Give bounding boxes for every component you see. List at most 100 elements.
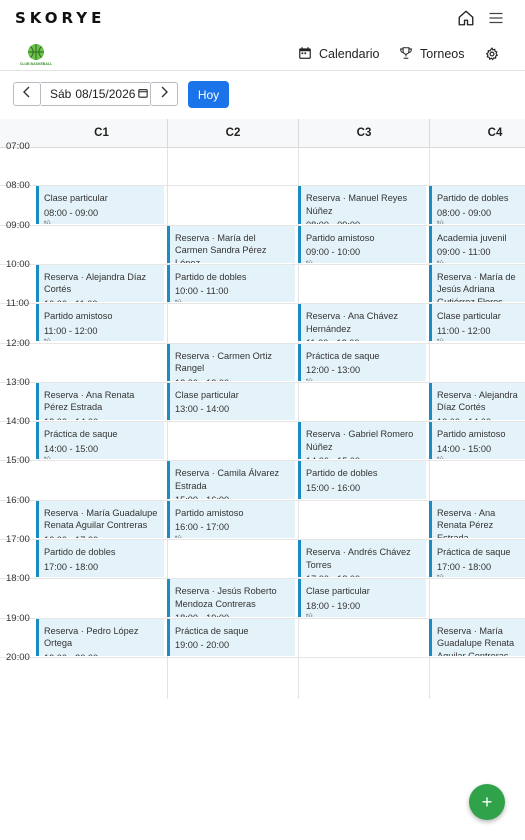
event-title: Reserva · María del Carmen Sandra Pérez … bbox=[175, 232, 267, 263]
nav-tournaments[interactable]: Torneos bbox=[399, 44, 464, 64]
top-bar: SKORYE bbox=[0, 0, 525, 38]
reservation-event[interactable]: Clase particular 08:00 - 09:00tù bbox=[36, 186, 164, 224]
next-day-button[interactable] bbox=[150, 82, 178, 106]
club-logo[interactable]: CLUB BASKEBALL bbox=[18, 42, 54, 68]
event-time: 19:00 - 20:00 bbox=[175, 640, 230, 651]
date-toolbar: Sáb 08/15/2026 Hoy bbox=[0, 71, 525, 119]
event-title: Partido amistoso bbox=[175, 507, 244, 518]
reservation-event[interactable]: Práctica de saque 17:00 - 18:00tù bbox=[429, 540, 525, 578]
reservation-event[interactable]: Clase particular 18:00 - 19:00tù bbox=[298, 579, 426, 617]
event-extra: tù bbox=[306, 259, 420, 263]
previous-day-button[interactable] bbox=[13, 82, 41, 106]
event-time: 17:00 - 18:00 bbox=[306, 573, 420, 577]
event-title: Reserva · Alejandra Díaz Cortés bbox=[44, 271, 147, 295]
hour-label: 19:00 bbox=[6, 612, 30, 624]
event-title: Partido de dobles bbox=[175, 271, 247, 282]
event-title: Reserva · María Guadalupe Renata Aguilar… bbox=[44, 507, 158, 531]
hour-label: 17:00 bbox=[6, 534, 30, 545]
nav-calendar[interactable]: Calendario bbox=[298, 44, 379, 64]
event-time: 16:00 - 17:00 bbox=[175, 522, 230, 533]
plus-icon: + bbox=[481, 791, 493, 812]
today-button[interactable]: Hoy bbox=[188, 81, 229, 108]
event-title: Reserva · Carmen Ortiz Rangel bbox=[175, 350, 272, 374]
event-title: Partido amistoso bbox=[44, 311, 113, 322]
chevron-left-icon bbox=[22, 85, 32, 103]
event-title: Clase particular bbox=[175, 389, 239, 400]
reservation-event[interactable]: Reserva · Andrés Chávez Torres 17:00 - 18… bbox=[298, 540, 426, 578]
reservation-event[interactable]: Reserva · Alejandra Díaz Cortés 10:00 - 1… bbox=[36, 264, 164, 303]
court-header: C1 bbox=[36, 119, 167, 148]
reservation-event[interactable]: Reserva · Gabriel Romero Núñez 14:00 - 15… bbox=[298, 422, 426, 460]
reservation-event[interactable]: Práctica de saque 12:00 - 13:00 tù bbox=[298, 343, 426, 381]
reservation-event[interactable]: Reserva · Jesús Roberto Mendoza Contrera… bbox=[167, 579, 295, 617]
event-title: Partido de dobles bbox=[44, 547, 116, 557]
reservation-event[interactable]: Reserva · María Guadalupe Renata Aguilar… bbox=[36, 500, 164, 538]
reservation-event[interactable]: Partido amistoso 09:00 - 10:00tù bbox=[298, 225, 426, 263]
event-extra: tù bbox=[437, 455, 523, 459]
reservation-event[interactable]: Clase particular 11:00 - 12:00tù bbox=[429, 304, 525, 342]
event-title: Clase particular bbox=[306, 586, 370, 597]
event-time: 17:00 - 18:00 bbox=[437, 561, 492, 572]
reservation-event[interactable]: Reserva · Carmen Ortiz Rangel 12:00 - 13:… bbox=[167, 343, 295, 381]
chevron-right-icon bbox=[159, 85, 169, 103]
menu-icon[interactable] bbox=[487, 9, 507, 29]
event-title: Partido amistoso bbox=[306, 232, 375, 243]
reservation-event[interactable]: Reserva · María de Jesús Adriana Gutiérr… bbox=[429, 264, 525, 303]
court-header: C2 bbox=[167, 119, 298, 148]
event-time: 12:00 - 13:00 bbox=[306, 365, 361, 375]
event-time: 13:00 - 14:00 bbox=[44, 416, 158, 420]
nav-tournaments-label: Torneos bbox=[420, 47, 465, 61]
event-time: 16:00 - 17:00 bbox=[44, 534, 158, 538]
court-header: C3 bbox=[298, 119, 429, 148]
reservation-event[interactable]: Reserva · Ana Renata Pérez Estrada16:00 … bbox=[429, 500, 525, 538]
event-title: Reserva · Ana Renata Pérez Estrada bbox=[437, 507, 496, 538]
hour-label: 09:00 bbox=[6, 219, 30, 231]
date-picker-icon[interactable] bbox=[138, 87, 149, 101]
reservation-event[interactable]: Reserva · María Guadalupe Renata Aguilar… bbox=[429, 618, 525, 656]
reservation-event[interactable]: Reserva · Ana Renata Pérez Estrada 13:00 … bbox=[36, 382, 164, 421]
home-icon[interactable] bbox=[457, 9, 477, 29]
reservation-event[interactable]: Reserva · Pedro López Ortega 19:00 - 20:0… bbox=[36, 618, 164, 656]
reservation-event[interactable]: Reserva · Ana Chávez Hernández 11:00 - 12… bbox=[298, 304, 426, 342]
event-extra: tù bbox=[437, 573, 523, 577]
hour-label: 16:00 bbox=[6, 494, 30, 506]
reservation-event[interactable]: Reserva · María del Carmen Sandra Pérez … bbox=[167, 225, 295, 263]
reservation-event[interactable]: Práctica de saque 14:00 - 15:00tù bbox=[36, 422, 164, 460]
date-input[interactable]: Sáb 08/15/2026 bbox=[41, 82, 150, 106]
reservation-event[interactable]: Práctica de saque 19:00 - 20:00 bbox=[167, 618, 295, 656]
reservation-event[interactable]: Partido de dobles 10:00 - 11:00tù bbox=[167, 264, 295, 303]
event-title: Reserva · Ana Renata Pérez Estrada bbox=[44, 389, 135, 413]
event-extra: tù bbox=[44, 337, 158, 341]
event-extra: tù bbox=[175, 534, 289, 538]
event-time: 10:00 - 11:00 bbox=[44, 298, 158, 302]
reservation-event[interactable]: Partido amistoso 14:00 - 15:00tù bbox=[429, 422, 525, 460]
event-time: 14:00 - 15:00 bbox=[306, 455, 420, 459]
event-time: 11:00 - 12:00 bbox=[306, 337, 420, 341]
event-time: 08:00 - 09:00 bbox=[437, 207, 492, 218]
reservation-event[interactable]: Reserva · Alejandra Díaz Cortés 13:00 - 1… bbox=[429, 382, 525, 421]
reservation-event[interactable]: Clase particular 13:00 - 14:00 bbox=[167, 382, 295, 421]
reservation-event[interactable]: Reserva · Manuel Reyes Núñez 08:00 - 09:0… bbox=[298, 186, 426, 224]
reservation-event[interactable]: Partido amistoso 11:00 - 12:00tù bbox=[36, 304, 164, 342]
reservation-event[interactable]: Partido de dobles 15:00 - 16:00 bbox=[298, 461, 426, 499]
reservation-event[interactable]: Reserva · Camila Álvarez Estrada 15:00 - … bbox=[167, 461, 295, 499]
event-time: 10:00 - 11:00 bbox=[175, 286, 229, 297]
event-extra: tù bbox=[306, 612, 420, 616]
reservation-event[interactable]: Partido de dobles 08:00 - 09:00tù bbox=[429, 186, 525, 224]
club-name: CLUB BASKEBALL bbox=[19, 62, 53, 66]
event-title: Academia juvenil bbox=[437, 232, 507, 243]
event-title: Partido amistoso bbox=[437, 429, 506, 440]
hour-label: 08:00 bbox=[6, 180, 30, 192]
reservation-event[interactable]: Academia juvenil 09:00 - 11:00tù bbox=[429, 225, 525, 263]
settings-gear-icon[interactable] bbox=[485, 44, 506, 64]
hour-label: 15:00 bbox=[6, 455, 30, 467]
event-extra: tù bbox=[437, 337, 523, 341]
reservation-event[interactable]: Partido de dobles 17:00 - 18:00 bbox=[36, 540, 164, 578]
nav-calendar-label: Calendario bbox=[319, 47, 380, 61]
brand-logo[interactable]: SKORYE bbox=[15, 9, 105, 27]
hour-label: 07:00 bbox=[6, 141, 30, 152]
event-extra: tù bbox=[437, 219, 523, 223]
add-reservation-button[interactable]: + bbox=[469, 784, 505, 820]
event-time: 08:00 - 09:00 bbox=[306, 219, 420, 223]
reservation-event[interactable]: Partido amistoso 16:00 - 17:00tù bbox=[167, 500, 295, 538]
